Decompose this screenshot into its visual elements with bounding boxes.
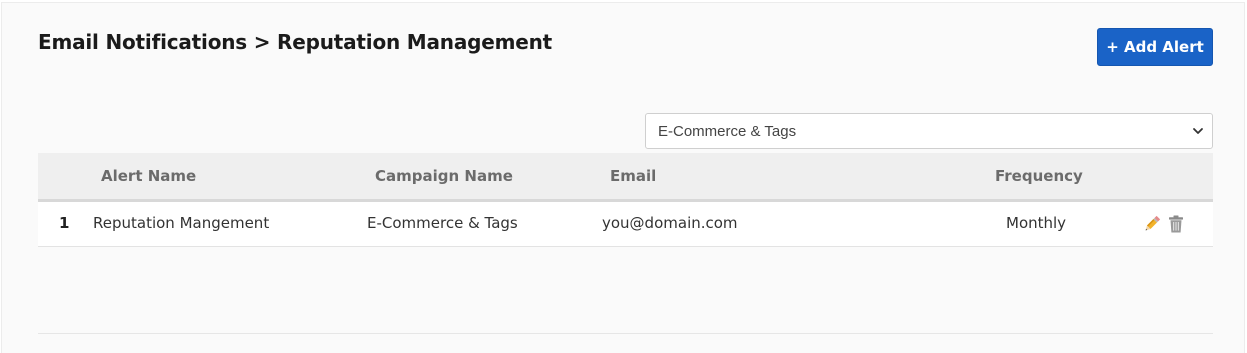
frequency-cell: Monthly (1006, 214, 1067, 232)
campaign-name-cell: E-Commerce & Tags (367, 214, 518, 232)
email-cell: you@domain.com (602, 214, 738, 232)
delete-trash-icon[interactable] (1166, 214, 1186, 234)
column-header-alert-name[interactable]: Alert Name (101, 167, 196, 185)
table-header: Alert Name Campaign Name Email Frequency (38, 153, 1213, 202)
edit-pencil-icon[interactable] (1142, 214, 1162, 234)
content-panel: Email Notifications > Reputation Managem… (1, 2, 1245, 353)
column-header-email[interactable]: Email (610, 167, 656, 185)
column-header-campaign-name[interactable]: Campaign Name (375, 167, 513, 185)
add-alert-button[interactable]: + Add Alert (1097, 28, 1213, 66)
table-row: 1 Reputation Mangement E-Commerce & Tags… (38, 202, 1213, 247)
campaign-select-value: E-Commerce & Tags (658, 122, 797, 140)
row-number: 1 (59, 214, 70, 232)
chevron-down-icon (1193, 128, 1203, 134)
campaign-select[interactable]: E-Commerce & Tags (645, 113, 1213, 149)
table-bottom-divider (38, 333, 1213, 334)
alert-name-cell: Reputation Mangement (93, 214, 270, 232)
column-header-frequency[interactable]: Frequency (995, 167, 1083, 185)
page-title: Email Notifications > Reputation Managem… (38, 30, 553, 54)
